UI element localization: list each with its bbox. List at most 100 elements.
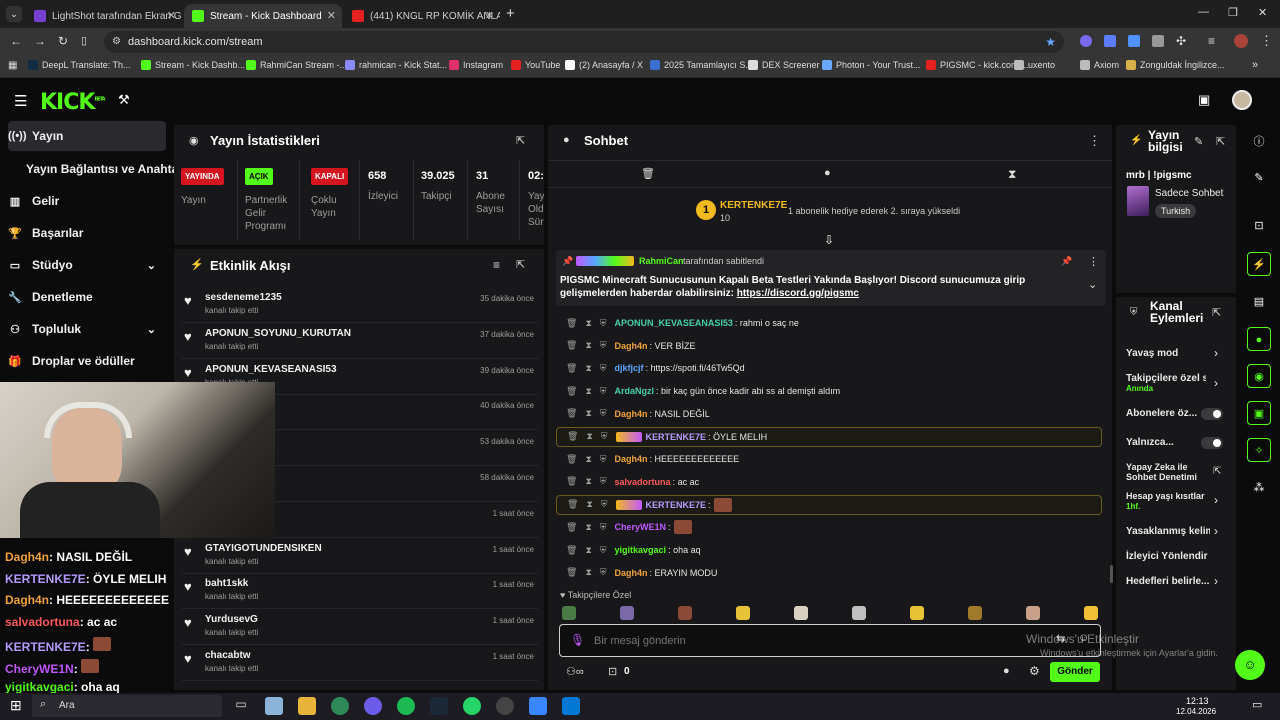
event-row[interactable]: ♥ YurdusevG kanalı takip etti 1 saat önce bbox=[182, 609, 538, 646]
delete-message-icon[interactable]: 🗑 bbox=[566, 522, 577, 533]
chat-username[interactable]: Dagh4n bbox=[615, 454, 648, 464]
tab-search-icon[interactable]: ⌄ bbox=[6, 6, 22, 22]
event-row[interactable]: ♥ sesdeneme1235 kanalı takip etti 35 dakika… bbox=[182, 287, 538, 323]
action-ai-moderation[interactable]: Yapay Zeka ile Sohbet Denetimi bbox=[1126, 462, 1204, 482]
chat-username[interactable]: KERTENKE7E bbox=[646, 432, 707, 442]
chat-message[interactable]: 🗑 ⧗ ⛨ salvadortuna: ac ac bbox=[556, 472, 1102, 492]
quick-emote-icon[interactable] bbox=[736, 606, 750, 620]
apps-icon[interactable]: ▦ bbox=[8, 60, 17, 71]
chat-message[interactable]: 🗑 ⧗ ⛨ ArdaNgzl: bir kaç gün önce kadir abi … bbox=[556, 381, 1102, 401]
microphone-icon[interactable]: 🎙 bbox=[570, 633, 585, 647]
bookmark-item[interactable]: rahmican - Kick Stat... bbox=[345, 60, 447, 70]
quick-emote-icon[interactable] bbox=[1084, 606, 1098, 620]
points-icon[interactable]: ⚇∞ bbox=[566, 665, 584, 678]
ban-shield-icon[interactable]: ⛨ bbox=[601, 431, 608, 442]
chat-message[interactable]: 🗑 ⧗ ⛨ KERTENKE7E: ÖYLE MELIH bbox=[556, 426, 1102, 447]
whatsapp-icon[interactable] bbox=[463, 697, 481, 715]
popout-icon[interactable]: ⇱ bbox=[516, 258, 525, 271]
popout-icon[interactable]: ⇱ bbox=[1216, 135, 1225, 148]
clipboard-icon[interactable]: ▤ bbox=[1247, 290, 1271, 314]
app-icon[interactable] bbox=[529, 697, 547, 715]
puzzle-icon[interactable]: ✣ bbox=[1176, 34, 1186, 48]
steam-icon[interactable] bbox=[430, 697, 448, 715]
quick-emote-icon[interactable] bbox=[562, 606, 576, 620]
action-goals[interactable]: Hedefleri belirle... bbox=[1126, 576, 1210, 587]
crop-icon[interactable]: ⊡ bbox=[1247, 214, 1271, 238]
ban-shield-icon[interactable]: ⛨ bbox=[600, 476, 607, 487]
event-row[interactable]: ♥ APONUN_SOYUNU_KURUTAN kanalı takip etti 3… bbox=[182, 323, 538, 359]
expand-chevron-icon[interactable]: ⌄ bbox=[1088, 278, 1097, 291]
delete-message-icon[interactable]: 🗑 bbox=[567, 431, 578, 442]
sidebar-item-topluluk[interactable]: ⚇ Topluluk ⌄ bbox=[8, 317, 166, 341]
app-icon[interactable] bbox=[265, 697, 283, 715]
action-raid[interactable]: İzleyici Yönlendir bbox=[1126, 551, 1208, 562]
chat-message-input[interactable] bbox=[594, 631, 1014, 651]
timeout-icon[interactable]: ⧗ bbox=[585, 408, 591, 419]
action-followers-only[interactable]: Takipçilere özel so bbox=[1126, 373, 1206, 384]
timeout-icon[interactable]: ⧗ bbox=[585, 522, 591, 533]
broadcast-icon[interactable]: ◉ bbox=[1247, 364, 1271, 388]
delete-message-icon[interactable]: 🗑 bbox=[566, 408, 577, 419]
quick-emote-icon[interactable] bbox=[620, 606, 634, 620]
tab-kick-dashboard[interactable]: Stream - Kick Dashboard ✕ bbox=[184, 4, 342, 28]
more-bookmarks-icon[interactable]: » bbox=[1252, 59, 1258, 71]
edit-pencil-icon[interactable]: ✎ bbox=[1247, 166, 1271, 190]
bookmark-item[interactable]: Stream - Kick Dashb... bbox=[141, 60, 245, 70]
chat-message[interactable]: 🗑 ⧗ ⛨ Dagh4n: ERAYIN MODU bbox=[556, 563, 1102, 583]
quick-emote-icon[interactable] bbox=[968, 606, 982, 620]
hamburger-menu-icon[interactable]: ☰ bbox=[14, 92, 27, 110]
chat-scrollbar[interactable] bbox=[1110, 565, 1113, 583]
timeout-icon[interactable]: ⧗ bbox=[585, 340, 591, 351]
send-button[interactable]: Gönder bbox=[1050, 662, 1100, 682]
timeout-icon[interactable]: ⧗ bbox=[585, 363, 591, 374]
windows-start-icon[interactable]: ⊞ bbox=[10, 697, 22, 714]
timeout-icon[interactable]: ⧗ bbox=[585, 318, 591, 329]
chevron-right-icon[interactable]: › bbox=[1214, 376, 1218, 390]
chat-username[interactable]: salvadortuna bbox=[615, 477, 671, 487]
chat-username[interactable]: KERTENKE7E bbox=[646, 500, 707, 510]
chat-input-box[interactable]: 🎙 ⇆ ☺ bbox=[559, 624, 1101, 657]
tab-youtube[interactable]: (441) KNGL RP KOMİK ANLAR ✕ bbox=[344, 4, 500, 28]
wrench-icon[interactable]: ✧ bbox=[1247, 438, 1271, 462]
discord-link[interactable]: https://discord.gg/pigsmc bbox=[737, 288, 859, 299]
discord-icon[interactable] bbox=[364, 697, 382, 715]
chat-message[interactable]: 🗑 ⧗ ⛨ yigitkavgaci: oha aq bbox=[556, 540, 1102, 560]
quick-emote-icon[interactable] bbox=[678, 606, 692, 620]
chevron-right-icon[interactable]: › bbox=[1214, 493, 1218, 507]
bookmark-item[interactable]: RahmiCan Stream -... bbox=[246, 60, 347, 70]
chat-message[interactable]: 🗑 ⧗ ⛨ KERTENKE7E: bbox=[556, 494, 1102, 515]
ban-shield-icon[interactable]: ⛨ bbox=[600, 318, 607, 329]
emotes-only-toggle[interactable] bbox=[1201, 437, 1223, 449]
chevron-right-icon[interactable]: › bbox=[1214, 574, 1218, 588]
kebab-menu-icon[interactable]: ⋮ bbox=[1088, 255, 1099, 268]
action-subscribers-only[interactable]: Abonelere öz... bbox=[1126, 408, 1197, 419]
timeout-icon[interactable]: ⧗ bbox=[586, 431, 592, 442]
spotify-icon[interactable] bbox=[397, 697, 415, 715]
help-chat-button[interactable]: ☺ bbox=[1235, 650, 1265, 680]
chat-username[interactable]: ArdaNgzl bbox=[615, 386, 655, 396]
timeout-icon[interactable]: ⧗ bbox=[585, 386, 591, 397]
hammer-icon[interactable]: ⚒ bbox=[118, 92, 130, 108]
bookmark-star-icon[interactable]: ★ bbox=[1045, 31, 1056, 53]
popout-icon[interactable]: ⇱ bbox=[516, 134, 525, 147]
bookmark-item[interactable]: YouTube bbox=[511, 60, 560, 70]
edit-pencil-icon[interactable]: ✎ bbox=[1194, 135, 1203, 148]
close-tab-icon[interactable]: ✕ bbox=[167, 9, 176, 22]
bookmark-item[interactable]: DeepL Translate: Th... bbox=[28, 60, 131, 70]
clock-date[interactable]: 12.04.2026 bbox=[1176, 707, 1216, 716]
back-icon[interactable]: ← bbox=[10, 34, 22, 48]
ban-shield-icon[interactable]: ⛨ bbox=[600, 522, 607, 533]
url-field[interactable]: ⚙ dashboard.kick.com/stream ★ bbox=[104, 31, 1064, 53]
user-avatar[interactable] bbox=[1232, 90, 1252, 110]
chat-message[interactable]: 🗑 ⧗ ⛨ Dagh4n: HEEEEEEEEEEEEE bbox=[556, 449, 1102, 469]
action-slow-mode[interactable]: Yavaş mod bbox=[1126, 348, 1178, 359]
action-emotes-only[interactable]: Yalnızca... bbox=[1126, 437, 1174, 448]
event-row[interactable]: ♥ chacabtw kanalı takip etti 1 saat önce bbox=[182, 645, 538, 681]
task-view-icon[interactable]: ▭ bbox=[232, 697, 250, 715]
filter-icon[interactable]: ≡ bbox=[493, 258, 500, 272]
gear-icon[interactable]: ⚙ bbox=[1029, 664, 1040, 678]
chat-bubble-icon[interactable]: ● bbox=[1247, 327, 1271, 351]
event-row[interactable]: ♥ baht1skk kanalı takip etti 1 saat önce bbox=[182, 573, 538, 610]
lightning-icon[interactable]: ⚡ bbox=[1247, 252, 1271, 276]
ban-shield-icon[interactable]: ⛨ bbox=[601, 499, 608, 510]
